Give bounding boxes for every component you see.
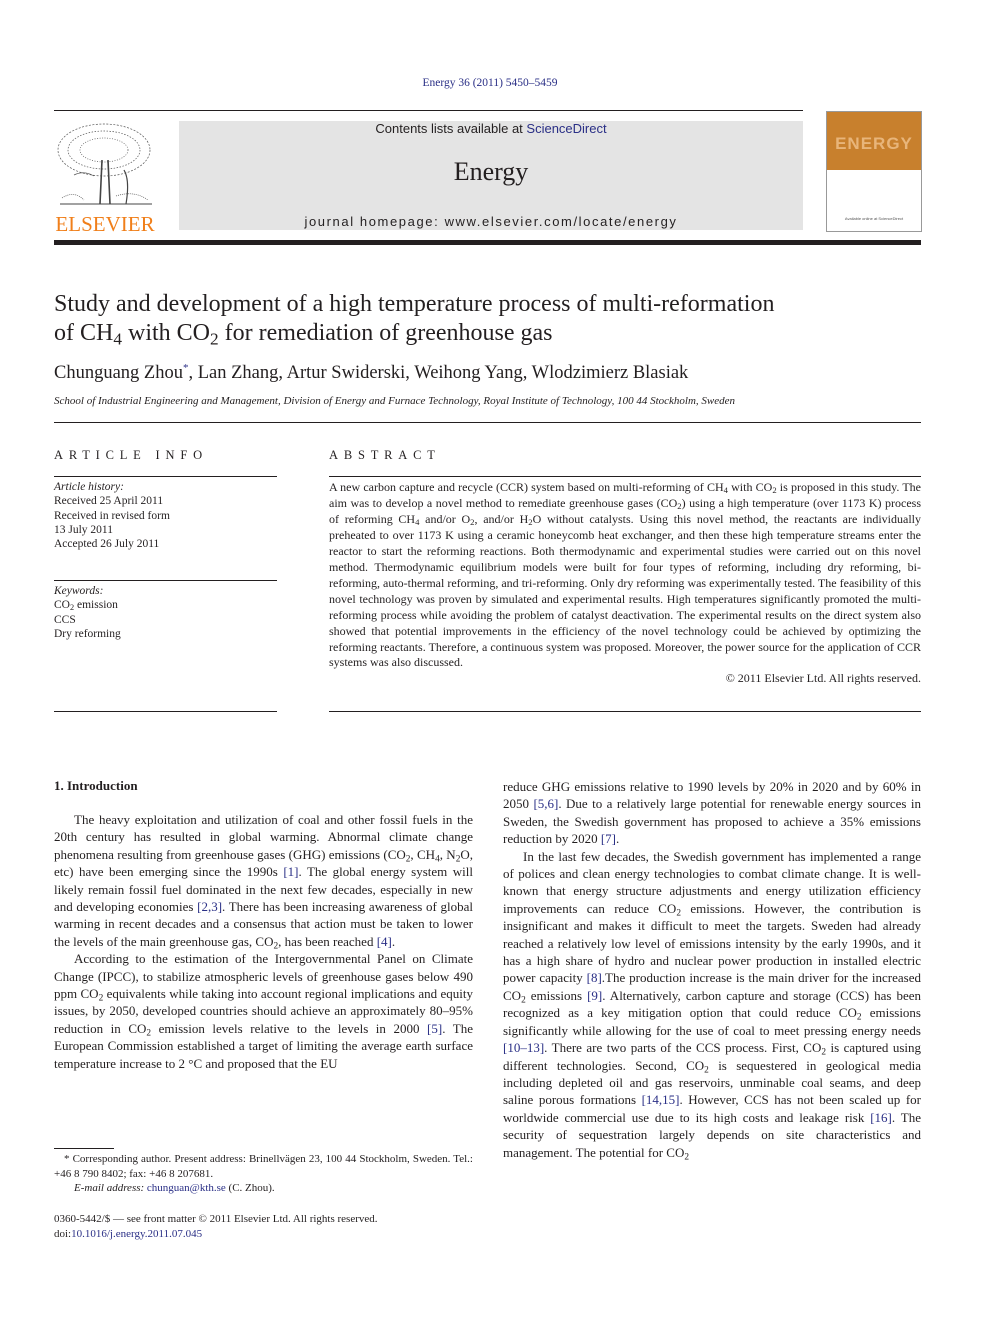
journal-cover-thumbnail[interactable]: ENERGY Available online at ScienceDirect bbox=[826, 111, 922, 232]
citation-link[interactable]: [1] bbox=[283, 864, 298, 879]
paragraph: According to the estimation of the Inter… bbox=[54, 950, 473, 1072]
subscript: 2 bbox=[210, 329, 219, 349]
text: . There are two parts of the CCS process… bbox=[544, 1040, 822, 1056]
text: emissions bbox=[525, 987, 588, 1003]
doi-prefix: doi: bbox=[54, 1228, 72, 1241]
contents-prefix: Contents lists available at bbox=[375, 121, 527, 136]
paragraph: The heavy exploitation and utilization o… bbox=[54, 811, 473, 951]
keywords-block: Keywords: CO2 emission CCS Dry reforming bbox=[54, 584, 277, 641]
author-affiliation: School of Industrial Engineering and Man… bbox=[54, 395, 735, 407]
history-item: Received 25 April 2011 bbox=[54, 495, 164, 508]
abstract-fragment: A new carbon capture and recycle (CCR) s… bbox=[329, 480, 724, 494]
citation-link[interactable]: [7] bbox=[601, 831, 616, 846]
history-item: 13 July 2011 bbox=[54, 523, 113, 536]
title-rule bbox=[54, 422, 921, 423]
title-text: for remediation of greenhouse gas bbox=[218, 320, 553, 346]
section-heading-introduction: 1. Introduction bbox=[54, 778, 138, 793]
header-rule bbox=[54, 110, 803, 111]
article-info-heading: ARTICLE INFO bbox=[54, 448, 208, 462]
history-item: Accepted 26 July 2011 bbox=[54, 538, 160, 551]
text: . bbox=[391, 933, 396, 949]
history-item: Received in revised form bbox=[54, 509, 170, 522]
citation-link[interactable]: [2,3] bbox=[197, 899, 222, 914]
text: . Due to a relatively large potential fo… bbox=[503, 796, 921, 847]
abstract-bottom-rule bbox=[329, 711, 921, 712]
citation-link[interactable]: [5,6] bbox=[533, 796, 558, 811]
abstract-rule bbox=[329, 476, 921, 477]
article-info-rule bbox=[54, 476, 277, 477]
title-text: with CO bbox=[121, 320, 210, 346]
abstract-fragment: O without catalysts. Using this novel me… bbox=[329, 511, 921, 670]
text: , has been reached bbox=[278, 933, 377, 949]
journal-homepage: journal homepage: www.elsevier.com/locat… bbox=[179, 214, 803, 229]
body-column-right: reduce GHG emissions relative to 1990 le… bbox=[503, 778, 921, 1162]
abstract-text: A new carbon capture and recycle (CCR) s… bbox=[329, 480, 921, 687]
elsevier-wordmark: ELSEVIER bbox=[55, 212, 155, 236]
issn-copyright: 0360-5442/$ — see front matter © 2011 El… bbox=[54, 1213, 378, 1225]
citation-link[interactable]: [14,15] bbox=[642, 1092, 680, 1107]
abstract-fragment: , and/or H bbox=[474, 511, 529, 526]
doi-link[interactable]: 10.1016/j.energy.2011.07.045 bbox=[71, 1228, 202, 1240]
abstract-fragment: with CO bbox=[727, 480, 773, 494]
header-thick-rule bbox=[54, 240, 921, 245]
abstract-fragment: and/or O bbox=[419, 511, 471, 526]
article-history: Article history: Received 25 April 2011 … bbox=[54, 480, 277, 551]
citation-link[interactable]: [8] bbox=[587, 970, 602, 985]
citation-link[interactable]: [16] bbox=[870, 1110, 892, 1125]
front-matter: 0360-5442/$ — see front matter © 2011 El… bbox=[54, 1212, 473, 1242]
citation-link[interactable]: [4] bbox=[377, 934, 392, 949]
subscript: 4 bbox=[113, 329, 122, 349]
keyword: Dry reforming bbox=[54, 627, 121, 640]
sciencedirect-link[interactable]: ScienceDirect bbox=[526, 121, 606, 136]
citation-link[interactable]: [10–13] bbox=[503, 1040, 544, 1055]
tree-icon bbox=[57, 123, 152, 205]
keyword-text: emission bbox=[74, 599, 118, 612]
journal-banner: Contents lists available at ScienceDirec… bbox=[179, 121, 803, 230]
title-line-1: Study and development of a high temperat… bbox=[54, 291, 775, 317]
homepage-label: journal homepage: bbox=[304, 214, 445, 229]
citation-link[interactable]: [9] bbox=[587, 988, 602, 1003]
body-column-left: The heavy exploitation and utilization o… bbox=[54, 811, 473, 1072]
footnote-rule bbox=[54, 1148, 114, 1149]
subscript: 2 bbox=[684, 1151, 690, 1162]
text: . bbox=[616, 831, 620, 847]
keyword: CCS bbox=[54, 613, 76, 626]
copyright-notice: © 2011 Elsevier Ltd. All rights reserved… bbox=[725, 671, 921, 686]
abstract-heading: ABSTRACT bbox=[329, 448, 441, 462]
journal-citation-link[interactable]: Energy 36 (2011) 5450–5459 bbox=[0, 77, 980, 89]
title-line-2: of CH4 with CO2 for remediation of green… bbox=[54, 319, 914, 348]
article-title: Study and development of a high temperat… bbox=[54, 290, 914, 348]
email-link[interactable]: chunguan@kth.se bbox=[147, 1182, 226, 1194]
email-label: E-mail address: bbox=[74, 1182, 147, 1195]
contents-line: Contents lists available at ScienceDirec… bbox=[179, 121, 803, 136]
other-authors: , Lan Zhang, Artur Swiderski, Weihong Ya… bbox=[188, 363, 689, 384]
journal-name: Energy bbox=[453, 157, 529, 186]
cover-sciencedirect-text: Available online at ScienceDirect bbox=[844, 216, 904, 221]
keywords-label: Keywords: bbox=[54, 585, 104, 597]
citation-link[interactable]: [5] bbox=[427, 1021, 442, 1036]
email-line: E-mail address: chunguan@kth.se (C. Zhou… bbox=[54, 1181, 473, 1196]
email-suffix: (C. Zhou). bbox=[225, 1182, 275, 1195]
doi-line: doi:10.1016/j.energy.2011.07.045 bbox=[54, 1227, 473, 1242]
article-info-bottom-rule bbox=[54, 711, 277, 712]
keyword-text: CO bbox=[54, 599, 70, 612]
text: emission levels relative to the levels i… bbox=[151, 1020, 428, 1036]
paragraph: In the last few decades, the Swedish gov… bbox=[503, 848, 921, 1162]
text: , CH bbox=[410, 846, 436, 862]
text: , N bbox=[439, 846, 456, 862]
footnote-text: * Corresponding author. Present address:… bbox=[54, 1153, 473, 1180]
history-label: Article history: bbox=[54, 481, 124, 493]
title-text: of CH bbox=[54, 320, 114, 346]
keyword: CO2 emission bbox=[54, 598, 277, 612]
author-list: Chunguang Zhou*, Lan Zhang, Artur Swider… bbox=[54, 362, 914, 384]
first-author: Chunguang Zhou bbox=[54, 363, 183, 384]
cover-title: ENERGY bbox=[835, 134, 913, 153]
homepage-url[interactable]: www.elsevier.com/locate/energy bbox=[445, 214, 678, 229]
paragraph-continued: reduce GHG emissions relative to 1990 le… bbox=[503, 778, 921, 848]
corresponding-author-footnote: * Corresponding author. Present address:… bbox=[54, 1152, 473, 1196]
keywords-rule bbox=[54, 580, 277, 581]
